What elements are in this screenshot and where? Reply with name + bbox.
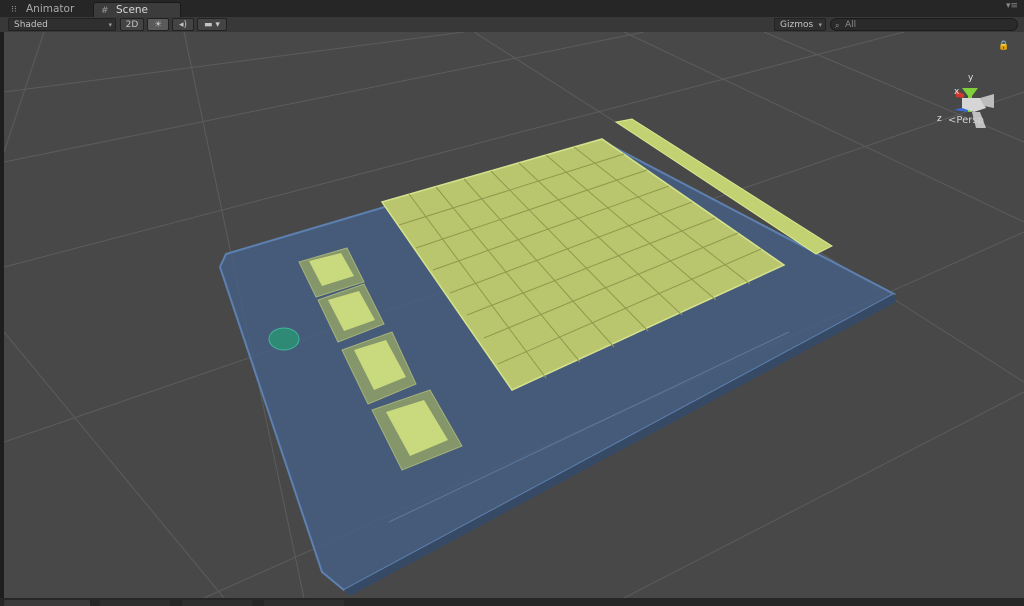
audio-icon[interactable]: ◂): [172, 18, 194, 31]
sun-icon[interactable]: ☀: [147, 18, 169, 31]
gizmos-dropdown[interactable]: Gizmos ▾: [774, 18, 826, 31]
projection-label: Persp: [956, 115, 984, 126]
tab-bar: ⁝⁝ Animator # Scene ▾≡: [0, 0, 1024, 18]
tab-scene[interactable]: # Scene: [93, 2, 181, 18]
status-led: [268, 327, 300, 351]
gizmo-x-label: x: [954, 87, 960, 97]
draw-mode-dropdown[interactable]: Shaded ▾: [8, 18, 116, 31]
tab-label-animator: Animator: [26, 3, 75, 15]
lock-icon[interactable]: 🔒: [998, 41, 1009, 51]
draw-mode-value: Shaded: [14, 20, 48, 30]
bottom-tab-2[interactable]: [100, 600, 170, 606]
animator-icon: ⁝⁝: [11, 5, 17, 15]
tab-label-scene: Scene: [116, 4, 149, 16]
scene-toolbar: Shaded ▾ 2D ☀ ◂) ▬ ▾ Gizmos ▾ ⌕ All: [0, 17, 1024, 33]
image-icon[interactable]: ▬ ▾: [197, 18, 227, 31]
search-placeholder: All: [845, 20, 857, 30]
bottom-tab-1[interactable]: [4, 600, 90, 606]
dropdown-arrow-icon: ▾: [108, 21, 112, 29]
gizmo-y-label: y: [968, 73, 974, 83]
projection-toggle[interactable]: <Persp: [948, 115, 984, 126]
search-input[interactable]: ⌕ All: [830, 18, 1018, 31]
2d-toggle-button[interactable]: 2D: [120, 18, 144, 31]
scene-view-canvas[interactable]: y x z: [4, 32, 1024, 598]
bottom-panel-tabs: [0, 598, 1024, 606]
gizmo-z-label: z: [937, 114, 942, 124]
bottom-tab-3[interactable]: [182, 600, 252, 606]
bottom-tab-4[interactable]: [264, 600, 344, 606]
search-icon: ⌕: [835, 21, 840, 30]
dropdown-arrow-icon: ▾: [818, 21, 822, 29]
window-menu-icon[interactable]: ▾≡: [1006, 1, 1018, 11]
tab-animator[interactable]: ⁝⁝ Animator: [4, 2, 92, 17]
scene-viewport[interactable]: y x z 🔒 <Persp: [4, 32, 1024, 598]
gizmos-label: Gizmos: [780, 20, 814, 30]
